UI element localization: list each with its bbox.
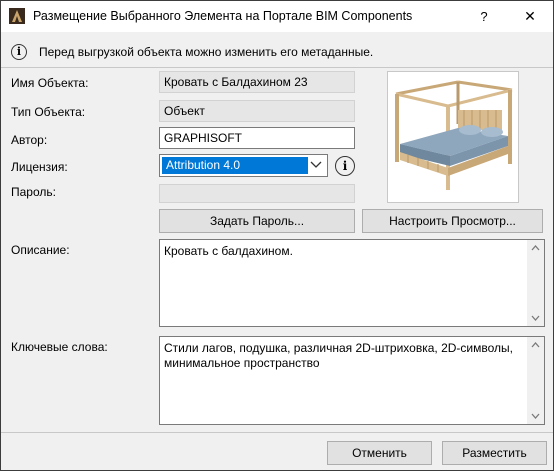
set-password-button[interactable]: Задать Пароль... [159,209,355,233]
password-field [159,184,355,203]
license-label: Лицензия: [11,160,68,174]
description-scrollbar[interactable] [527,240,544,326]
scroll-down-icon[interactable] [527,310,544,326]
keywords-text: Стили лагов, подушка, различная 2D-штрих… [164,341,513,370]
info-divider [1,67,553,68]
info-row: i Перед выгрузкой объекта можно изменить… [1,41,553,63]
keywords-scrollbar[interactable] [527,337,544,424]
info-icon: i [11,44,27,60]
configure-preview-button[interactable]: Настроить Просмотр... [362,209,543,233]
keywords-textarea[interactable]: Стили лагов, подушка, различная 2D-штрих… [159,336,545,425]
license-select[interactable]: Attribution 4.0 [159,154,328,177]
license-info-icon[interactable]: i [335,156,355,176]
info-text: Перед выгрузкой объекта можно изменить е… [39,45,374,59]
help-button[interactable]: ? [461,1,507,32]
object-type-label: Тип Объекта: [11,105,86,119]
object-type-field: Объект [159,100,355,122]
description-textarea[interactable]: Кровать с балдахином. [159,239,545,327]
description-label: Описание: [11,243,70,257]
author-input[interactable]: GRAPHISOFT [159,127,355,149]
description-text: Кровать с балдахином. [164,244,293,258]
dialog-window: Размещение Выбранного Элемента на Портал… [0,0,554,471]
publish-button[interactable]: Разместить [442,441,547,465]
dialog-footer: Отменить Разместить [1,433,553,470]
cancel-button[interactable]: Отменить [327,441,432,465]
chevron-down-icon [310,161,322,168]
author-label: Автор: [11,133,48,147]
password-label: Пароль: [11,185,56,199]
scroll-up-icon[interactable] [527,337,544,353]
keywords-label: Ключевые слова: [11,340,108,354]
archicad-app-icon [9,8,25,24]
object-name-field: Кровать с Балдахином 23 [159,71,355,93]
bed-preview-image [395,80,513,190]
window-title: Размещение Выбранного Элемента на Портал… [33,9,413,23]
scroll-down-icon[interactable] [527,408,544,424]
scroll-up-icon[interactable] [527,240,544,256]
license-selected-value: Attribution 4.0 [162,157,308,174]
title-bar: Размещение Выбранного Элемента на Портал… [1,1,553,32]
close-button[interactable]: ✕ [507,1,553,32]
preview-image [387,71,519,203]
object-name-label: Имя Объекта: [11,76,89,90]
